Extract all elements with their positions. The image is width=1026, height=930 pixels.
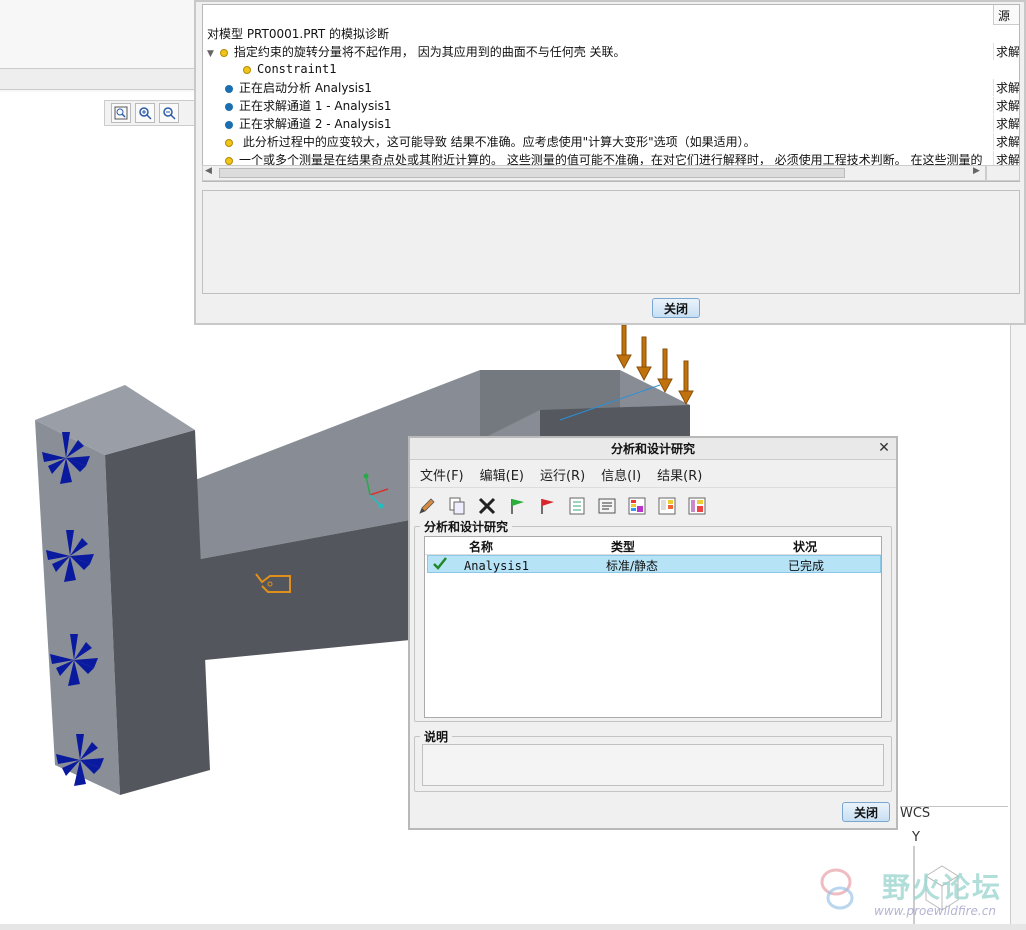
source-column-header[interactable]: 源 <box>993 5 1019 25</box>
warning-dot-icon <box>243 65 251 74</box>
wcs-label: WCS <box>900 806 931 821</box>
view-toolbar <box>104 100 196 126</box>
menu-bar: 文件(F) 编辑(E) 运行(R) 信息(I) 结果(R) <box>410 462 896 488</box>
diag-list-item[interactable]: 正在启动分析 Analysis1 <box>225 79 372 96</box>
secondary-scrollbar[interactable] <box>986 165 1020 181</box>
diag-source: 求解器 <box>993 97 1019 114</box>
upright-side-face <box>105 430 210 795</box>
diag-list-item[interactable]: 正在求解通道 2 - Analysis1 <box>225 115 392 132</box>
diagnostics-detail-pane <box>202 190 1020 294</box>
diag-title-line: 对模型 PRT0001.PRT 的模拟诊断 <box>207 25 389 42</box>
diag-line-text: Constraint1 <box>257 62 337 76</box>
zoom-out-icon[interactable] <box>159 103 179 123</box>
description-label: 说明 <box>420 728 453 745</box>
column-header-name[interactable]: 名称 <box>469 538 493 555</box>
table-row[interactable]: Analysis1 标准/静态 已完成 <box>427 555 881 573</box>
column-header-type[interactable]: 类型 <box>611 538 635 555</box>
diagnostics-log[interactable]: 源 对模型 PRT0001.PRT 的模拟诊断 ▼ 指定约束的旋转分量将不起作用，… <box>202 4 1020 182</box>
study-status: 已完成 <box>788 559 825 573</box>
diag-list-item[interactable]: Constraint1 <box>243 62 336 76</box>
zoom-fit-icon[interactable] <box>111 103 131 123</box>
watermark-title: 野火论坛 <box>882 871 1003 904</box>
horizontal-scrollbar[interactable]: ◀ ▶ <box>202 165 986 181</box>
warning-dot-icon <box>225 156 233 165</box>
studies-table[interactable]: 名称 类型 状况 Analysis1 标准/静态 已完成 <box>424 536 882 718</box>
diag-line-text: 指定约束的旋转分量将不起作用， 因为其应用到的曲面不与任何壳 关联。 <box>233 45 626 59</box>
diag-line-text: 对模型 PRT0001.PRT 的模拟诊断 <box>207 27 390 41</box>
model-tree-strip <box>0 68 196 90</box>
info-dot-icon <box>225 120 233 129</box>
diag-line-text: 正在求解通道 2 - Analysis1 <box>239 117 392 131</box>
bottom-border <box>0 924 1026 930</box>
diag-line-text: 正在启动分析 Analysis1 <box>239 81 372 95</box>
table-header: 名称 类型 状况 <box>425 537 881 555</box>
study-type: 标准/静态 <box>606 559 659 573</box>
diag-list-item[interactable]: 此分析过程中的应变较大，这可能导致 结果不准确。应考虑使用"计算大变形"选项（如… <box>225 133 756 150</box>
forum-watermark: 野火论坛 www.proewildfire.cn <box>816 858 1016 922</box>
diag-list-item[interactable]: 正在求解通道 1 - Analysis1 <box>225 97 392 114</box>
close-button[interactable]: 关闭 <box>842 802 890 822</box>
scrollbar-thumb[interactable] <box>219 168 845 178</box>
delete-x-icon[interactable] <box>474 493 500 519</box>
butterfly-logo-icon <box>820 868 854 910</box>
expand-triangle-icon[interactable]: ▼ <box>207 49 214 59</box>
warning-dot-icon <box>219 48 228 57</box>
description-field[interactable] <box>422 744 884 786</box>
diag-list-item[interactable]: ▼ 指定约束的旋转分量将不起作用， 因为其应用到的曲面不与任何壳 关联。 <box>207 43 626 60</box>
completed-check-icon <box>432 556 448 573</box>
watermark-url: www.proewildfire.cn <box>874 904 996 918</box>
wcs-y-axis-label: Y <box>912 830 920 845</box>
info-dot-icon <box>225 102 233 111</box>
column-header-status[interactable]: 状况 <box>793 538 817 555</box>
menu-edit[interactable]: 编辑(E) <box>480 465 524 484</box>
diag-source: 求解器 <box>993 43 1019 60</box>
right-panel-edge <box>1010 320 1026 930</box>
edit-pencil-icon[interactable] <box>414 493 440 519</box>
copy-icon[interactable] <box>444 493 470 519</box>
scroll-left-icon[interactable]: ◀ <box>205 166 212 176</box>
diag-source: 求解器 <box>993 133 1019 150</box>
menu-info[interactable]: 信息(I) <box>601 465 641 484</box>
diag-source: 求解器 <box>993 115 1019 132</box>
menu-file[interactable]: 文件(F) <box>420 465 464 484</box>
menu-run[interactable]: 运行(R) <box>540 465 585 484</box>
checklist-icon[interactable] <box>564 493 590 519</box>
warning-dot-icon <box>225 138 233 147</box>
close-button[interactable]: 关闭 <box>652 298 700 318</box>
scroll-right-icon[interactable]: ▶ <box>973 166 980 176</box>
green-flag-icon[interactable] <box>504 493 530 519</box>
diag-source: 求解器 <box>993 79 1019 96</box>
studies-group-label: 分析和设计研究 <box>420 518 513 535</box>
summary-icon[interactable] <box>594 493 620 519</box>
zoom-in-icon[interactable] <box>135 103 155 123</box>
info-dot-icon <box>225 84 233 93</box>
menu-results[interactable]: 结果(R) <box>657 465 702 484</box>
results-compare-icon[interactable] <box>684 493 710 519</box>
study-name: Analysis1 <box>464 559 530 573</box>
results-window-icon[interactable] <box>654 493 680 519</box>
dialog-toolbar <box>414 492 894 520</box>
analysis-dialog: 分析和设计研究 ✕ 文件(F) 编辑(E) 运行(R) 信息(I) 结果(R) <box>408 436 898 830</box>
results-rainbow-icon[interactable] <box>624 493 650 519</box>
close-icon[interactable]: ✕ <box>876 440 892 456</box>
diag-line-text: 此分析过程中的应变较大，这可能导致 结果不准确。应考虑使用"计算大变形"选项（如… <box>239 135 756 149</box>
diagnostics-window: 源 对模型 PRT0001.PRT 的模拟诊断 ▼ 指定约束的旋转分量将不起作用，… <box>194 0 1026 325</box>
diag-line-text: 正在求解通道 1 - Analysis1 <box>239 99 392 113</box>
dialog-title: 分析和设计研究 <box>410 438 896 460</box>
red-flag-icon[interactable] <box>534 493 560 519</box>
